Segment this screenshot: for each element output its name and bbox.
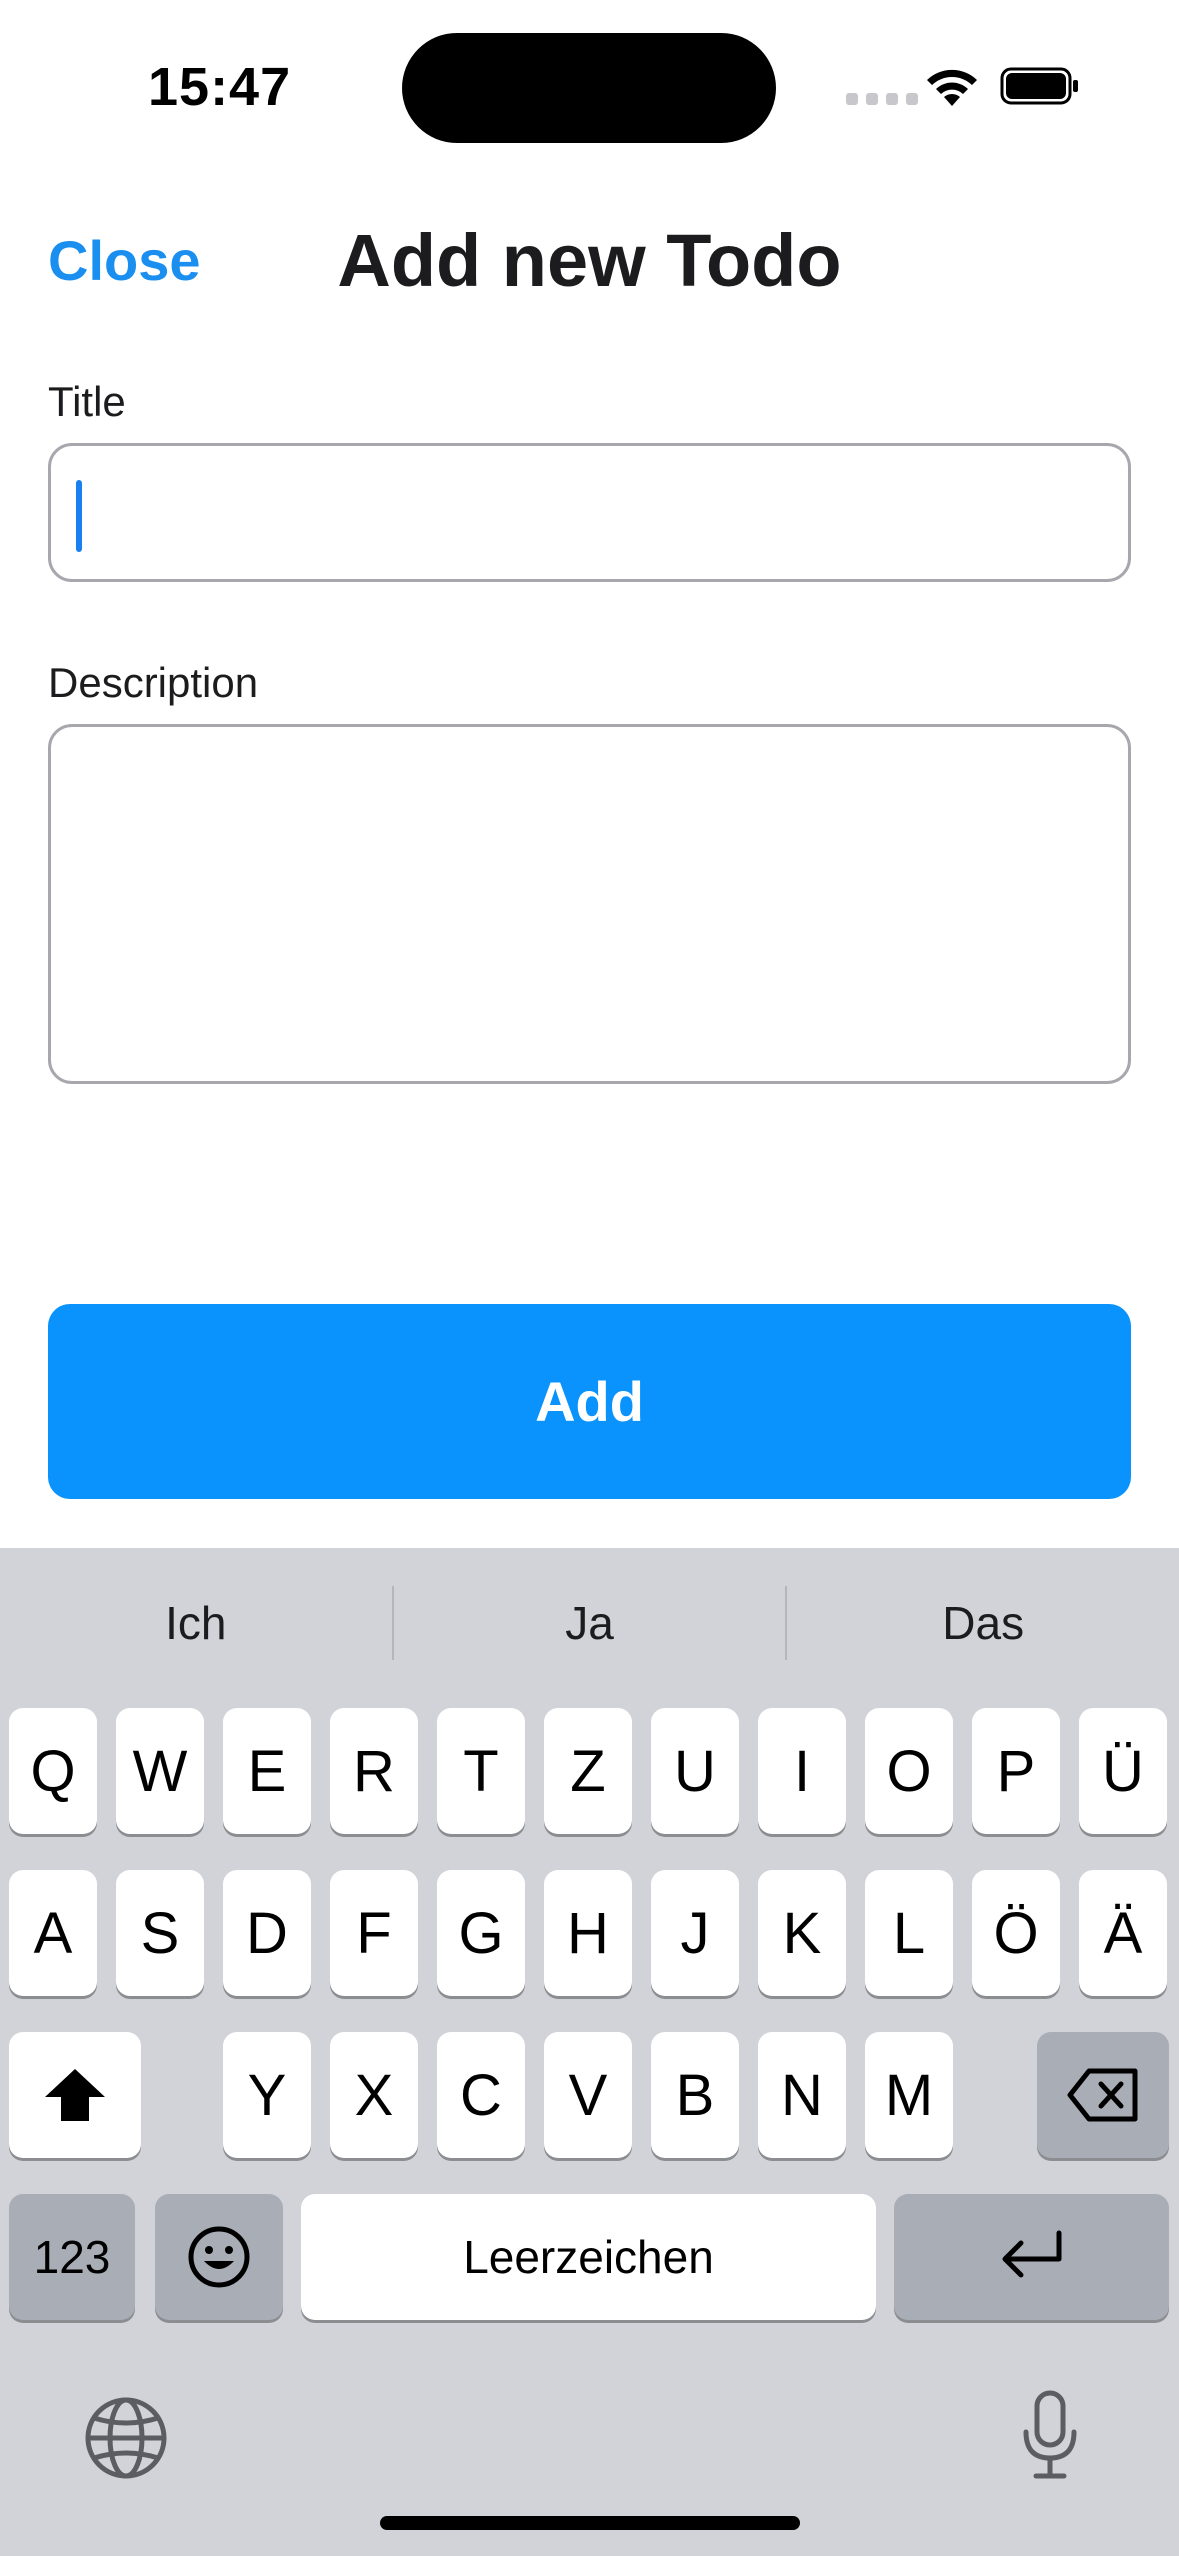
return-icon — [1002, 2230, 1061, 2278]
key-letter[interactable]: V — [544, 2032, 632, 2158]
key-letter[interactable]: N — [758, 2032, 846, 2158]
signal-icon — [846, 93, 918, 105]
key-letter[interactable]: X — [330, 2032, 418, 2158]
suggestion-item[interactable]: Das — [787, 1596, 1179, 1650]
key-letter[interactable]: D — [223, 1870, 311, 1996]
title-input[interactable] — [48, 443, 1131, 582]
key-letter[interactable]: L — [865, 1870, 953, 1996]
page-title-text: Add new Todo — [337, 219, 842, 302]
key-letter[interactable]: Z — [544, 1708, 632, 1834]
key-letter[interactable]: A — [9, 1870, 97, 1996]
key-letter[interactable]: G — [437, 1870, 525, 1996]
wifi-icon — [927, 69, 977, 106]
description-label: Description — [48, 659, 259, 706]
numbers-key[interactable]: 123 — [9, 2194, 135, 2320]
key-letter[interactable]: Y — [223, 2032, 311, 2158]
description-input[interactable] — [48, 724, 1131, 1084]
key-letter[interactable]: K — [758, 1870, 846, 1996]
shift-icon — [45, 2069, 105, 2121]
status-time: 15:47 — [148, 57, 292, 117]
key-letter[interactable]: I — [758, 1708, 846, 1834]
add-button[interactable]: Add — [48, 1304, 1131, 1499]
backspace-icon — [1067, 2068, 1138, 2122]
title-label: Title — [48, 378, 126, 425]
microphone-icon[interactable] — [1020, 2390, 1080, 2480]
emoji-key[interactable] — [155, 2194, 283, 2320]
key-letter[interactable]: M — [865, 2032, 953, 2158]
key-letter[interactable]: S — [116, 1870, 204, 1996]
page-title: Add new Todo — [0, 218, 1179, 303]
return-key[interactable] — [894, 2194, 1169, 2320]
suggestion-item[interactable]: Ja — [394, 1596, 786, 1650]
key-letter[interactable]: B — [651, 2032, 739, 2158]
key-letter[interactable]: P — [972, 1708, 1060, 1834]
key-letter[interactable]: Ö — [972, 1870, 1060, 1996]
key-letter[interactable]: E — [223, 1708, 311, 1834]
key-letter[interactable]: R — [330, 1708, 418, 1834]
key-letter[interactable]: C — [437, 2032, 525, 2158]
globe-icon[interactable] — [84, 2396, 168, 2480]
home-indicator[interactable] — [380, 2516, 800, 2530]
text-cursor — [76, 480, 82, 552]
suggestion-item[interactable]: Ich — [0, 1596, 392, 1650]
key-letter[interactable]: J — [651, 1870, 739, 1996]
key-letter[interactable]: U — [651, 1708, 739, 1834]
backspace-key[interactable] — [1037, 2032, 1169, 2158]
shift-key[interactable] — [9, 2032, 141, 2158]
key-letter[interactable]: O — [865, 1708, 953, 1834]
suggestion-bar: Ich Ja Das — [0, 1548, 1179, 1698]
dynamic-island — [402, 33, 776, 143]
key-letter[interactable]: T — [437, 1708, 525, 1834]
key-letter[interactable]: H — [544, 1870, 632, 1996]
space-key[interactable]: Leerzeichen — [301, 2194, 876, 2320]
key-letter[interactable]: Q — [9, 1708, 97, 1834]
key-letter[interactable]: Ä — [1079, 1870, 1167, 1996]
key-letter[interactable]: Ü — [1079, 1708, 1167, 1834]
emoji-icon — [188, 2226, 250, 2288]
key-letter[interactable]: F — [330, 1870, 418, 1996]
key-letter[interactable]: W — [116, 1708, 204, 1834]
battery-icon — [1000, 67, 1078, 105]
